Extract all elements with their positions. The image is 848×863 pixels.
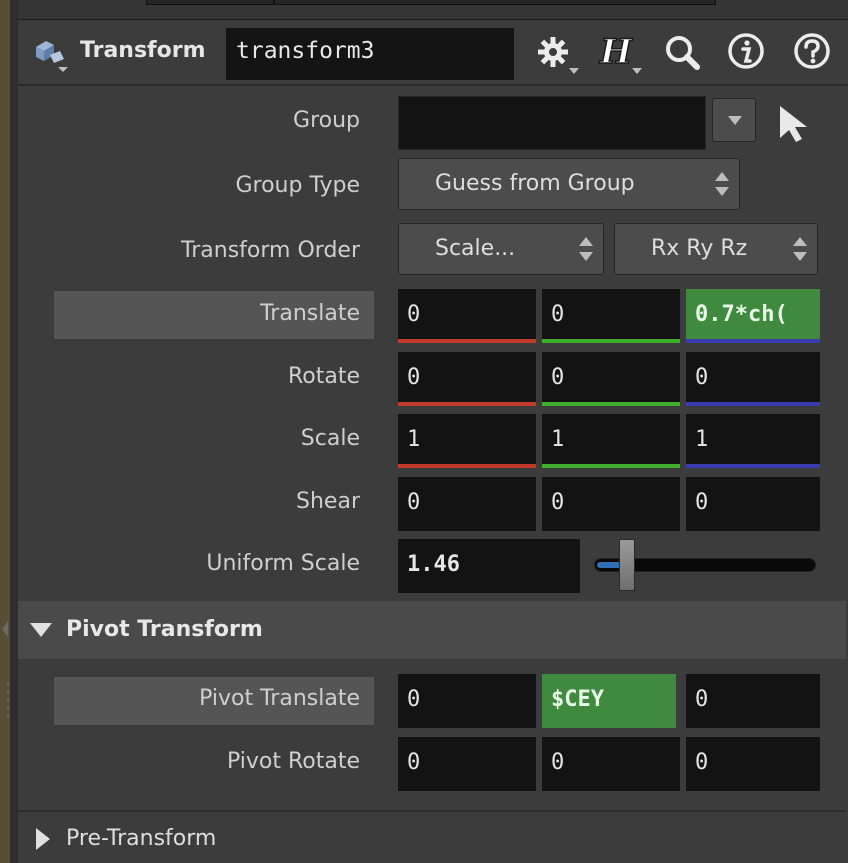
updown-arrows-icon: [783, 224, 817, 274]
node-type-icon[interactable]: [30, 37, 70, 73]
group-field[interactable]: [398, 96, 706, 150]
group-dropdown-button[interactable]: [712, 98, 756, 142]
updown-arrows-icon: [705, 159, 739, 209]
scale-label: Scale: [300, 426, 360, 451]
group-type-value: Guess from Group: [435, 171, 635, 196]
uniform-scale-slider-handle[interactable]: [619, 539, 635, 591]
translate-y-value: 0: [551, 302, 565, 327]
resize-handle[interactable]: [6, 680, 10, 720]
houdini-h-icon[interactable]: H: [596, 31, 646, 74]
rotate-y-value: 0: [551, 365, 565, 390]
pivot-transform-title: Pivot Transform: [66, 617, 263, 642]
help-icon[interactable]: [790, 32, 834, 72]
updown-arrows-icon: [569, 224, 603, 274]
uniform-scale-field[interactable]: 1.46: [398, 539, 580, 593]
transform-order-label: Transform Order: [181, 238, 360, 263]
translate-x-value: 0: [407, 302, 421, 327]
svg-text:H: H: [599, 32, 634, 72]
pivot-rotate-x-field[interactable]: 0: [398, 737, 536, 791]
rotate-y-field[interactable]: 0: [542, 352, 680, 406]
translate-z-value: 0.7*ch(: [695, 302, 788, 327]
translate-z-field[interactable]: 0.7*ch(: [686, 289, 820, 343]
rotation-order-value: Rx Ry Rz: [651, 236, 748, 261]
shear-x-field[interactable]: 0: [398, 477, 536, 531]
transform-order-value: Scale...: [435, 236, 516, 261]
header-divider: [18, 84, 848, 86]
top-panel-edge: [18, 0, 848, 20]
group-label: Group: [293, 108, 360, 133]
node-type-label: Transform: [80, 38, 206, 63]
expanded-triangle-icon: [30, 623, 52, 637]
pane-gutter: [10, 0, 18, 863]
search-icon[interactable]: [660, 32, 704, 72]
scale-z-value: 1: [695, 427, 709, 452]
info-icon[interactable]: [724, 32, 768, 72]
rotate-label: Rotate: [287, 364, 360, 389]
pivot-translate-z-field[interactable]: 0: [686, 674, 820, 728]
pre-transform-section[interactable]: Pre-Transform: [18, 810, 846, 863]
node-name-field[interactable]: transform3: [226, 28, 514, 80]
group-type-label: Group Type: [235, 173, 360, 198]
pivot-rotate-label: Pivot Rotate: [226, 749, 360, 774]
pivot-rotate-y-field[interactable]: 0: [542, 737, 680, 791]
pivot-translate-x-field[interactable]: 0: [398, 674, 536, 728]
transform-order-menu[interactable]: Scale...: [398, 223, 604, 275]
scale-x-value: 1: [407, 427, 421, 452]
window-border: [0, 0, 10, 863]
rotate-z-value: 0: [695, 365, 709, 390]
rotate-z-field[interactable]: 0: [686, 352, 820, 406]
translate-x-field[interactable]: 0: [398, 289, 536, 343]
rotate-x-field[interactable]: 0: [398, 352, 536, 406]
parameter-header: Transform transform3 H: [18, 22, 848, 84]
group-type-menu[interactable]: Guess from Group: [398, 158, 740, 210]
collapse-arrow-icon[interactable]: [0, 619, 10, 639]
rotate-x-value: 0: [407, 365, 421, 390]
pivot-rotate-z-field[interactable]: 0: [686, 737, 820, 791]
uniform-scale-label: Uniform Scale: [206, 551, 360, 576]
shear-z-field[interactable]: 0: [686, 477, 820, 531]
scale-z-field[interactable]: 1: [686, 414, 820, 468]
gear-icon[interactable]: [533, 32, 583, 74]
shear-y-field[interactable]: 0: [542, 477, 680, 531]
pivot-transform-section[interactable]: Pivot Transform: [18, 601, 846, 659]
scale-x-field[interactable]: 1: [398, 414, 536, 468]
translate-label: Translate: [260, 301, 360, 326]
scale-y-value: 1: [551, 427, 565, 452]
shear-label: Shear: [296, 489, 360, 514]
rotation-order-menu[interactable]: Rx Ry Rz: [614, 223, 818, 275]
translate-y-field[interactable]: 0: [542, 289, 680, 343]
chevron-down-icon: [728, 116, 742, 125]
pre-transform-title: Pre-Transform: [66, 826, 217, 851]
collapsed-triangle-icon: [36, 828, 50, 850]
pivot-translate-label: Pivot Translate: [199, 686, 360, 711]
pivot-translate-y-field[interactable]: $CEY: [542, 674, 676, 728]
scale-y-field[interactable]: 1: [542, 414, 680, 468]
select-arrow-icon[interactable]: [776, 104, 812, 144]
